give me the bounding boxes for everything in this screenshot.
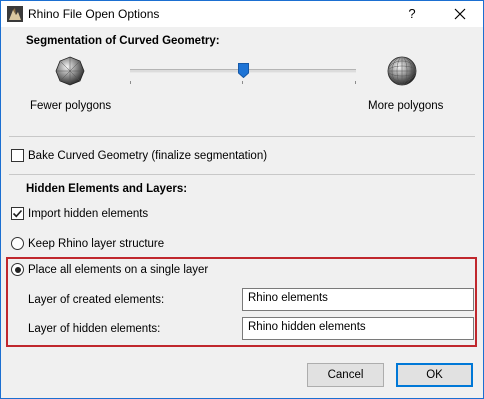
radio-selected-dot bbox=[14, 266, 21, 273]
cancel-button[interactable]: Cancel bbox=[307, 363, 384, 387]
dialog-window: Rhino File Open Options ? Segmentation o… bbox=[0, 0, 484, 399]
separator bbox=[9, 174, 475, 175]
slider-tick bbox=[355, 81, 356, 84]
single-layer-radio[interactable] bbox=[11, 263, 24, 276]
window-title: Rhino File Open Options bbox=[28, 7, 160, 21]
import-hidden-elements-label[interactable]: Import hidden elements bbox=[28, 208, 148, 220]
segmentation-slider-thumb[interactable] bbox=[237, 63, 249, 79]
slider-tick bbox=[242, 81, 243, 84]
checkmark-icon bbox=[12, 209, 23, 218]
keep-layer-structure-label[interactable]: Keep Rhino layer structure bbox=[28, 238, 164, 250]
high-poly-sphere-icon bbox=[386, 55, 418, 87]
close-icon[interactable] bbox=[451, 5, 469, 23]
import-hidden-elements-checkbox[interactable] bbox=[11, 207, 24, 220]
ok-button[interactable]: OK bbox=[396, 363, 473, 387]
single-layer-label[interactable]: Place all elements on a single layer bbox=[28, 264, 208, 276]
fewer-polygons-label: Fewer polygons bbox=[30, 100, 112, 112]
slider-tick bbox=[130, 81, 131, 84]
hidden-elements-layer-field[interactable]: Rhino hidden elements bbox=[242, 317, 474, 340]
created-elements-layer-label: Layer of created elements: bbox=[28, 294, 165, 306]
separator bbox=[9, 136, 475, 137]
segmentation-heading: Segmentation of Curved Geometry: bbox=[26, 35, 220, 47]
hidden-elements-layer-label: Layer of hidden elements: bbox=[28, 323, 161, 335]
bake-curved-geometry-checkbox[interactable] bbox=[11, 149, 24, 162]
more-polygons-label: More polygons bbox=[368, 100, 444, 112]
help-button[interactable]: ? bbox=[403, 5, 421, 23]
created-elements-layer-field[interactable]: Rhino elements bbox=[242, 288, 474, 311]
low-poly-sphere-icon bbox=[54, 55, 86, 87]
bake-curved-geometry-label[interactable]: Bake Curved Geometry (finalize segmentat… bbox=[28, 150, 267, 162]
hidden-elements-heading: Hidden Elements and Layers: bbox=[26, 183, 188, 195]
title-bar[interactable]: Rhino File Open Options ? bbox=[1, 1, 483, 27]
rhino-app-icon bbox=[7, 6, 23, 22]
keep-layer-structure-radio[interactable] bbox=[11, 237, 24, 250]
